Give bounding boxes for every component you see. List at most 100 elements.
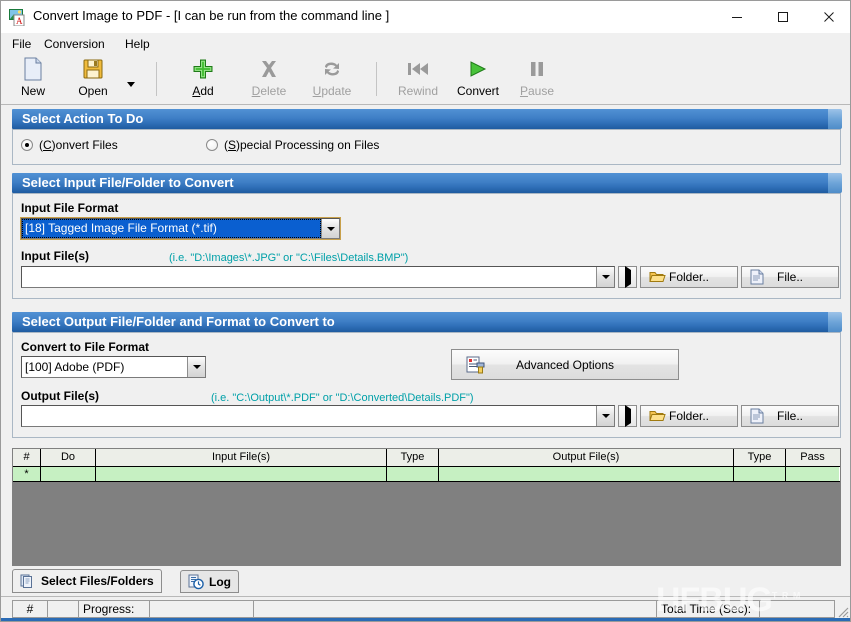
grid-cell-do[interactable]: [41, 467, 96, 481]
open-folder-icon: [649, 409, 666, 424]
grid-col-output-files[interactable]: Output File(s): [439, 449, 734, 466]
grid-cell-input-type[interactable]: [387, 467, 439, 481]
toolbar-button-rewind[interactable]: Rewind: [389, 56, 447, 102]
grid-cell-pass[interactable]: [786, 467, 839, 481]
documents-icon: [20, 573, 36, 589]
tab-log[interactable]: Log: [180, 570, 239, 593]
play-arrow-icon: [624, 266, 631, 288]
green-play-icon: [449, 56, 507, 82]
menu-item-help[interactable]: Help: [120, 36, 155, 52]
chevron-down-icon[interactable]: [596, 406, 614, 426]
grid-cell-output-type[interactable]: [734, 467, 786, 481]
application-window: A Convert Image to PDF - [I can be run f…: [0, 0, 851, 622]
grid-col-do[interactable]: Do: [41, 449, 96, 466]
toolbar-button-open[interactable]: Open: [69, 56, 117, 102]
toolbar-button-convert[interactable]: Convert: [449, 56, 507, 102]
radio-label-convert: (C)onvert Files: [39, 138, 118, 152]
output-file-button[interactable]: File..: [741, 405, 839, 427]
grid-header-row: # Do Input File(s) Type Output File(s) T…: [13, 449, 840, 467]
status-total-time-value: [759, 600, 835, 618]
log-clock-icon: [188, 574, 204, 590]
advanced-options-button[interactable]: Advanced Options: [451, 349, 679, 380]
section-cap: [828, 109, 842, 129]
menu-bar: File Conversion Help: [1, 33, 850, 54]
chevron-down-icon[interactable]: [596, 267, 614, 287]
toolbar-label-convert: Convert: [456, 84, 500, 98]
output-files-value[interactable]: [22, 406, 596, 426]
toolbar-button-pause[interactable]: Pause: [511, 56, 563, 102]
maximize-button[interactable]: [760, 1, 806, 32]
section-cap-input: [828, 173, 842, 193]
toolbar-button-add[interactable]: Add: [179, 56, 227, 102]
chevron-down-icon[interactable]: [125, 78, 137, 90]
document-icon: [750, 408, 764, 424]
rewind-icon: [389, 56, 447, 82]
toolbar-label-open: Open: [78, 84, 108, 98]
chevron-down-icon[interactable]: [187, 357, 205, 377]
bottom-accent-line: [1, 618, 850, 621]
radio-indicator-convert: [21, 139, 33, 151]
output-format-value: [100] Adobe (PDF): [25, 360, 125, 374]
menu-item-file[interactable]: File: [7, 36, 36, 52]
toolbar-label-add: Add: [192, 84, 214, 98]
status-progress-bar: [149, 600, 254, 618]
grid-cell-input-files[interactable]: [96, 467, 387, 481]
input-folder-button[interactable]: Folder..: [640, 266, 738, 288]
grid-empty-area: [13, 482, 840, 565]
accel-a: A: [192, 84, 201, 98]
accel-u: U: [312, 84, 322, 98]
input-files-label: Input File(s): [21, 249, 89, 263]
chevron-down-icon[interactable]: [321, 219, 339, 238]
properties-icon: [466, 356, 486, 374]
grid-cell-index[interactable]: *: [13, 467, 41, 481]
input-file-label: File..: [776, 270, 803, 284]
toolbar-button-new[interactable]: New: [9, 56, 57, 102]
accel-p: P: [519, 84, 528, 98]
play-arrow-icon: [624, 405, 631, 427]
app-icon: A: [9, 9, 27, 27]
grid-col-pass[interactable]: Pass: [786, 449, 839, 466]
output-folder-button[interactable]: Folder..: [640, 405, 738, 427]
section-title-select-input: Select Input File/Folder to Convert: [22, 175, 234, 190]
document-icon: [750, 269, 764, 285]
output-format-combo[interactable]: [100] Adobe (PDF): [21, 356, 206, 378]
grid-col-input-files[interactable]: Input File(s): [96, 449, 387, 466]
toolbar-label-delete: Delete: [251, 84, 287, 98]
grid-col-index[interactable]: #: [13, 449, 41, 466]
toolbar-label-update: Update: [312, 84, 352, 98]
radio-label-special: (S)pecial Processing on Files: [224, 138, 380, 152]
gray-x-icon: [239, 56, 299, 82]
output-go-button[interactable]: [618, 405, 637, 427]
resize-grip-icon[interactable]: [836, 605, 850, 619]
grid-cell-output-files[interactable]: [439, 467, 734, 481]
input-files-hint: (i.e. "D:\Images\*.JPG" or "C:\Files\Det…: [169, 252, 409, 264]
pause-icon: [511, 56, 563, 82]
input-file-button[interactable]: File..: [741, 266, 839, 288]
close-button[interactable]: [806, 1, 850, 32]
radio-convert-files[interactable]: (C)onvert Files: [21, 138, 118, 152]
toolbar-separator: [156, 62, 157, 96]
input-format-combo[interactable]: [18] Tagged Image File Format (*.tif): [20, 217, 341, 240]
menu-item-conversion[interactable]: Conversion: [39, 36, 110, 52]
files-grid[interactable]: # Do Input File(s) Type Output File(s) T…: [12, 448, 841, 566]
minimize-button[interactable]: [714, 1, 760, 32]
table-row[interactable]: *: [13, 467, 840, 482]
status-index-label: #: [12, 600, 48, 618]
output-files-combo[interactable]: [21, 405, 615, 427]
refresh-arrows-icon: [301, 56, 363, 82]
input-files-combo[interactable]: [21, 266, 615, 288]
input-files-value[interactable]: [22, 267, 596, 287]
tab-select-files-folders[interactable]: Select Files/Folders: [12, 569, 162, 593]
toolbar-button-delete[interactable]: Delete: [239, 56, 299, 102]
action-panel: [12, 129, 841, 165]
output-files-label: Output File(s): [21, 389, 99, 403]
accel-s: S: [228, 138, 237, 152]
output-folder-label: Folder..: [668, 409, 710, 423]
input-go-button[interactable]: [618, 266, 637, 288]
section-header-select-input: Select Input File/Folder to Convert: [12, 173, 842, 193]
radio-special-processing[interactable]: (S)pecial Processing on Files: [206, 138, 379, 152]
toolbar-button-update[interactable]: Update: [301, 56, 363, 102]
toolbar-label-pause: Pause: [519, 84, 555, 98]
grid-col-input-type[interactable]: Type: [387, 449, 439, 466]
grid-col-output-type[interactable]: Type: [734, 449, 786, 466]
